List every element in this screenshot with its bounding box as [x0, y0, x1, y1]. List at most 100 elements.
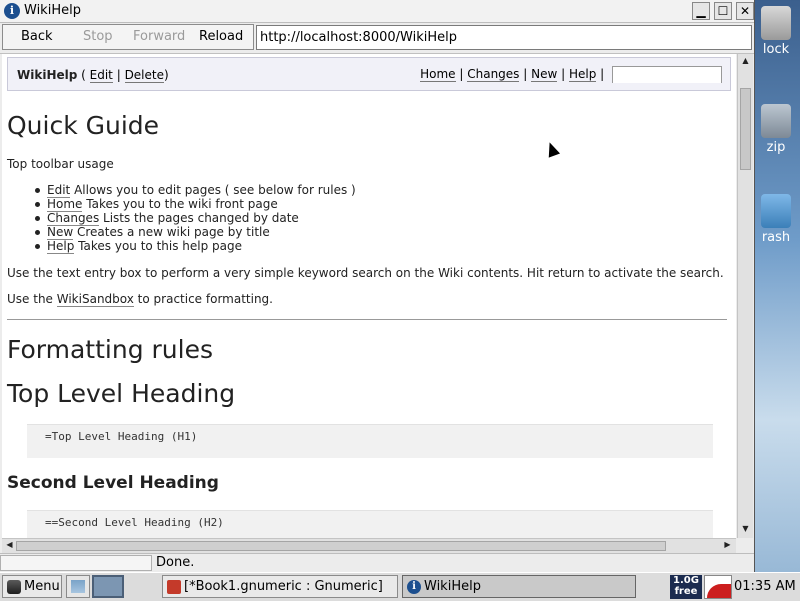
scroll-left-arrow-icon[interactable]: ◀ [4, 540, 15, 551]
list-item: Edit Allows you to edit pages ( see belo… [35, 183, 356, 198]
close-button[interactable]: ✕ [736, 2, 754, 20]
desktop-icon-trash[interactable]: rash [752, 194, 800, 245]
new-help-link[interactable]: New [47, 225, 74, 240]
wiki-page-name: WikiHelp [17, 68, 78, 82]
stop-button[interactable]: Stop [83, 29, 113, 44]
list-item: Help Takes you to this help page [35, 239, 243, 254]
status-text: Done. [156, 555, 195, 570]
page-title: Quick Guide [7, 111, 160, 140]
sandbox-text: Use the [7, 292, 57, 306]
changes-help-link[interactable]: Changes [47, 211, 100, 226]
nav-button-group: Back Stop Forward Reload [2, 24, 254, 50]
task-label: [*Book1.gnumeric : Gnumeric] [184, 579, 383, 594]
paren: ( [77, 68, 90, 82]
cpu-load-graph [707, 584, 731, 598]
separator: | [557, 67, 569, 81]
task-label: WikiHelp [424, 579, 481, 594]
list-item: Changes Lists the pages changed by date [35, 211, 299, 226]
gnumeric-icon [167, 579, 181, 594]
separator: | [455, 67, 468, 81]
edit-link[interactable]: Edit [89, 68, 113, 83]
page-content: WikiHelp ( Edit | Delete) Home | Changes… [2, 54, 736, 538]
nav-toolbar: Back Stop Forward Reload [0, 23, 754, 54]
clock[interactable]: 01:35 AM [734, 579, 796, 594]
scroll-up-arrow-icon[interactable]: ▲ [740, 56, 751, 66]
cpu-monitor [704, 575, 732, 599]
memory-amount: 1.0G [673, 575, 699, 586]
bullet-text: Lists the pages changed by date [99, 211, 299, 225]
browser-window: i WikiHelp ▁ ☐ ✕ Back Stop Forward Reloa… [0, 0, 755, 573]
scroll-down-arrow-icon[interactable]: ▼ [740, 524, 751, 534]
delete-link[interactable]: Delete [124, 68, 164, 83]
section-heading: Formatting rules [7, 335, 213, 364]
info-icon: i [407, 579, 421, 594]
code-block: ==Second Level Heading (H2) [27, 510, 713, 538]
new-link[interactable]: New [531, 67, 558, 82]
back-button[interactable]: Back [21, 29, 53, 44]
zip-icon [761, 104, 791, 138]
bullet-icon [35, 202, 40, 207]
bullet-text: Creates a new wiki page by title [73, 225, 270, 239]
scroll-right-arrow-icon[interactable]: ▶ [722, 540, 733, 551]
taskbar-item-gnumeric[interactable]: [*Book1.gnumeric : Gnumeric] [162, 575, 398, 598]
scrollbar-thumb[interactable] [740, 88, 751, 170]
url-bar[interactable] [256, 25, 752, 50]
launcher-button[interactable] [66, 575, 90, 598]
horizontal-scrollbar[interactable]: ◀ ▶ [2, 538, 736, 553]
menu-label: Menu [24, 579, 60, 594]
title-bar[interactable]: i WikiHelp ▁ ☐ ✕ [0, 0, 754, 23]
example-heading-h2: Second Level Heading [7, 473, 219, 493]
lock-icon [761, 6, 791, 40]
code-block: =Top Level Heading (H1) [27, 424, 713, 458]
wiki-toolbar: WikiHelp ( Edit | Delete) Home | Changes… [7, 57, 731, 91]
desktop-launcher-icon [71, 580, 85, 593]
wiki-search-box[interactable] [612, 66, 722, 83]
minimize-button[interactable]: ▁ [692, 2, 710, 20]
help-help-link[interactable]: Help [47, 239, 75, 254]
wiki-nav-links: Home | Changes | New | Help | [420, 66, 722, 83]
bullet-text: Takes you to this help page [74, 239, 243, 253]
desktop-icon-zip[interactable]: zip [752, 104, 800, 155]
edit-help-link[interactable]: Edit [47, 183, 71, 198]
home-link[interactable]: Home [420, 67, 456, 82]
window-title: WikiHelp [24, 3, 81, 18]
help-link[interactable]: Help [568, 67, 597, 82]
menu-icon [7, 579, 21, 594]
reload-button[interactable]: Reload [199, 29, 243, 44]
maximize-button[interactable]: ☐ [714, 2, 732, 20]
code-text: ==Second Level Heading (H2) [45, 516, 224, 529]
sandbox-text: to practice formatting. [133, 292, 273, 306]
separator: | [519, 67, 532, 81]
memory-label: free [674, 586, 698, 597]
wiki-search-input[interactable] [613, 67, 721, 83]
url-input[interactable] [257, 26, 751, 49]
intro-text: Top toolbar usage [7, 157, 114, 171]
vertical-scrollbar[interactable]: ▲ ▼ [737, 54, 753, 538]
memory-monitor: 1.0G free [670, 575, 702, 599]
desktop-icon-label: lock [762, 42, 790, 57]
bullet-icon [35, 230, 40, 235]
workspace-pager[interactable] [92, 575, 124, 598]
scrollbar-thumb[interactable] [16, 541, 666, 551]
bullet-icon [35, 216, 40, 221]
desktop-icon-label: rash [761, 230, 791, 245]
home-help-link[interactable]: Home [47, 197, 83, 212]
bullet-text: Takes you to the wiki front page [82, 197, 278, 211]
status-bar: Done. [0, 553, 754, 573]
taskbar-item-wikihelp[interactable]: i WikiHelp [402, 575, 636, 598]
paren: ) [164, 68, 169, 82]
forward-button[interactable]: Forward [133, 29, 185, 44]
separator: | [596, 67, 608, 81]
list-item: Home Takes you to the wiki front page [35, 197, 278, 212]
start-menu-button[interactable]: Menu [2, 575, 62, 598]
changes-link[interactable]: Changes [467, 67, 520, 82]
code-text: =Top Level Heading (H1) [45, 430, 198, 443]
status-progress [0, 555, 152, 571]
desktop-icon-label: zip [766, 140, 786, 155]
wikisandbox-link[interactable]: WikiSandbox [56, 292, 134, 307]
bullet-text: Allows you to edit pages ( see below for… [70, 183, 356, 197]
divider [7, 319, 727, 320]
info-icon: i [4, 3, 20, 19]
desktop-icon-lock[interactable]: lock [752, 6, 800, 57]
wiki-page-actions: WikiHelp ( Edit | Delete) [17, 68, 169, 83]
